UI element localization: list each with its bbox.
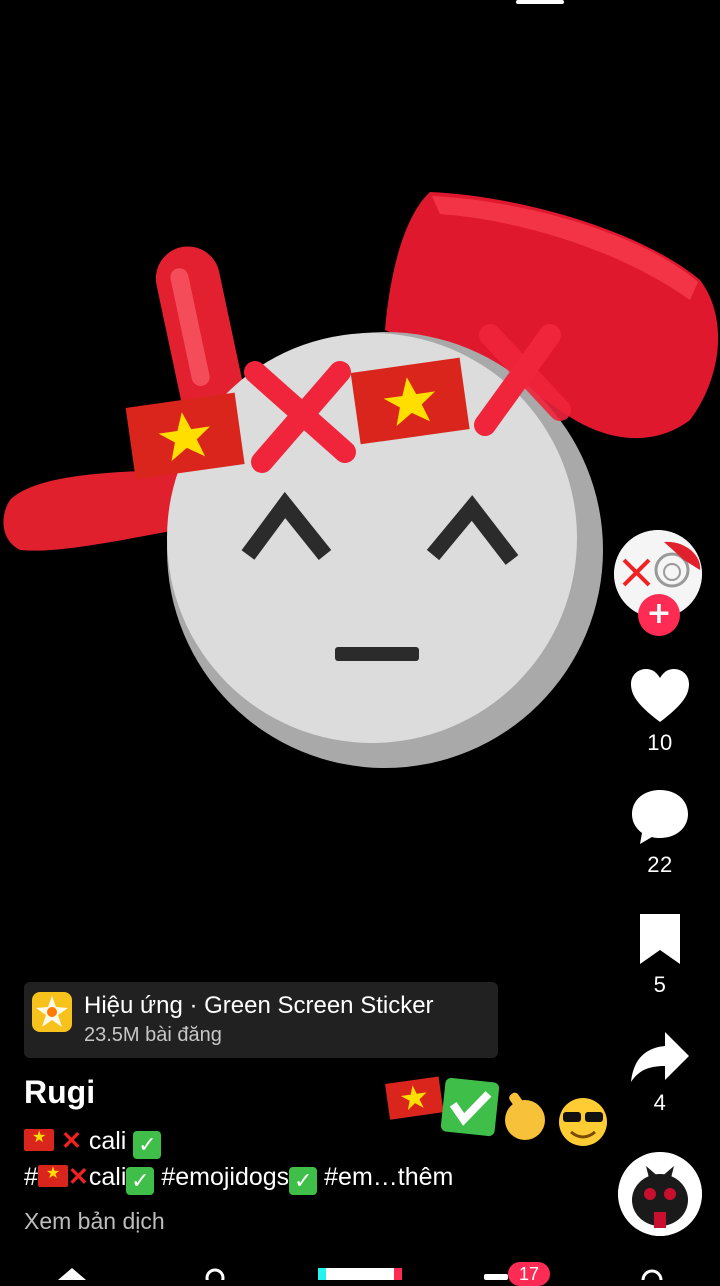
action-rail: + 10 22 5 4 [610,0,720,1280]
music-disc-button[interactable] [618,1152,702,1236]
share-icon [631,1032,689,1082]
cross-mark-icon: ✕ [67,1163,89,1191]
emoji-sticker-row [385,1076,607,1146]
like-count: 10 [647,730,673,755]
profile-icon [641,1269,663,1280]
vietnam-flag-icon [24,1127,54,1151]
inbox-badge: 17 [508,1262,550,1286]
friends-icon [205,1268,225,1280]
save-button[interactable]: 5 [610,912,710,998]
hashtag-symbol: # [24,1163,38,1191]
hashtag-link-emojidogs[interactable]: #emojidogs [154,1163,289,1191]
effect-title: Hiệu ứng · Green Screen Sticker [84,992,434,1019]
hashtag-text: cali [88,1163,127,1191]
caption-line-1: ✕ cali ✓ [24,1126,162,1159]
follow-button[interactable]: + [638,594,680,636]
share-count: 4 [653,1090,667,1115]
bottom-nav-bar [58,1268,663,1280]
share-button[interactable]: 4 [610,1030,710,1116]
heart-icon [631,669,689,722]
check-mark-icon: ✓ [126,1167,155,1195]
comment-button[interactable]: 22 [610,788,710,878]
creator-avatar-button[interactable]: + [614,530,704,636]
check-mark-icon: ✓ [133,1131,162,1159]
caption-line-2: #✕cali✓ #emojidogs✓ #em…thêm [24,1162,453,1195]
status-indicator [516,0,564,4]
cross-mark-icon: ✕ [60,1127,82,1155]
comment-count: 22 [647,852,673,877]
effect-chip[interactable]: Hiệu ứng · Green Screen Sticker 23.5M bà… [24,982,498,1058]
music-disc-image [618,1152,702,1236]
effect-post-count: 23.5M bài đăng [84,1024,222,1046]
vietnam-flag-icon [37,1163,68,1187]
caption-more-link[interactable]: #em…thêm [317,1163,453,1191]
bookmark-icon [640,914,680,964]
comment-icon [632,790,688,844]
caption-text: cali [81,1127,134,1155]
create-button [318,1268,402,1280]
inbox-icon [484,1274,508,1280]
like-button[interactable]: 10 [610,668,710,756]
sparkle-icon [32,992,72,1032]
check-mark-icon: ✓ [289,1167,318,1195]
creator-username[interactable]: Rugi [24,1074,95,1111]
hashtag-link-vn-cali[interactable]: # ✕cali✓ [24,1163,155,1195]
see-translation-link[interactable]: Xem bản dịch [24,1208,165,1235]
home-icon [58,1268,86,1280]
save-count: 5 [653,972,667,997]
